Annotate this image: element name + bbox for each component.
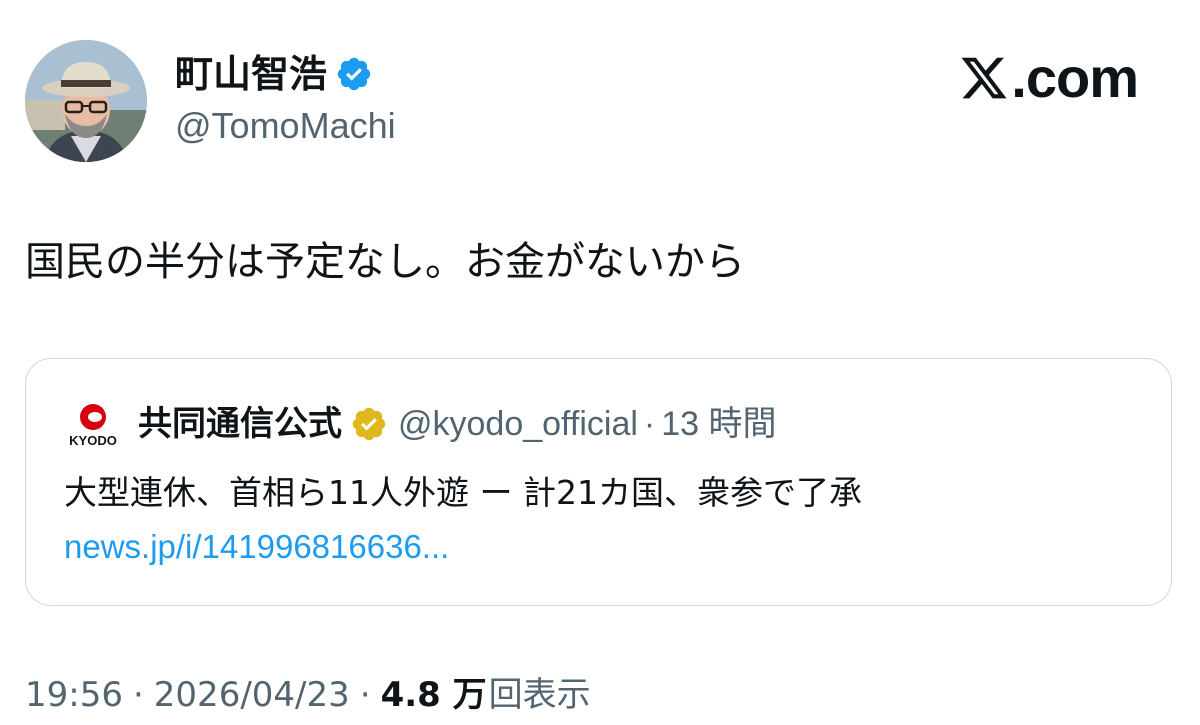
quoted-author-handle[interactable]: @kyodo_official xyxy=(398,402,638,446)
tweet-text: 国民の半分は予定なし。お金がないから xyxy=(25,239,745,285)
kyodo-logo-text: KYODO xyxy=(69,433,117,448)
profile-photo-icon xyxy=(25,40,147,162)
author-handle[interactable]: @TomoMachi xyxy=(175,104,396,148)
quoted-tweet-text: 大型連休、首相ら11人外遊 ー 計21カ国、衆参で了承 xyxy=(64,473,862,512)
meta-separator: · xyxy=(132,675,144,715)
avatar[interactable] xyxy=(25,40,147,162)
tweet-time[interactable]: 19:56 xyxy=(25,672,123,718)
author-display-name[interactable]: 町山智浩 xyxy=(175,52,373,96)
kyodo-logo-icon: KYODO xyxy=(64,399,122,449)
x-com-brand: .com xyxy=(959,46,1139,109)
quoted-tweet-card[interactable]: KYODO 共同通信公式 @kyodo_official · 13 時間 大型連… xyxy=(25,358,1172,606)
tweet-screenshot: 町山智浩 @TomoMachi .com 国民の半分は予定なし。お金がないから … xyxy=(0,0,1200,725)
views-label: 回表示 xyxy=(488,675,591,715)
quoted-separator: · xyxy=(643,405,656,443)
meta-separator: · xyxy=(359,675,371,715)
views-count: 4.8 万 xyxy=(380,675,487,715)
tweet-meta: 19:56 · 2026/04/23 · 4.8 万 回表示 xyxy=(25,672,591,718)
x-logo-icon xyxy=(961,57,1007,99)
author-name-text: 町山智浩 xyxy=(175,52,328,96)
quoted-tweet-header: KYODO 共同通信公式 @kyodo_official · 13 時間 xyxy=(64,399,777,449)
kyodo-logo-mark: KYODO xyxy=(69,404,117,448)
quoted-timestamp[interactable]: 13 時間 xyxy=(661,402,776,446)
brand-suffix: .com xyxy=(1011,46,1139,109)
quoted-tweet-link[interactable]: news.jp/i/141996816636... xyxy=(64,525,449,569)
quoted-author-name[interactable]: 共同通信公式 xyxy=(138,402,342,446)
verified-badge-icon xyxy=(337,57,371,91)
tweet-date[interactable]: 2026/04/23 xyxy=(154,672,350,718)
gold-verified-badge-icon xyxy=(352,407,386,441)
